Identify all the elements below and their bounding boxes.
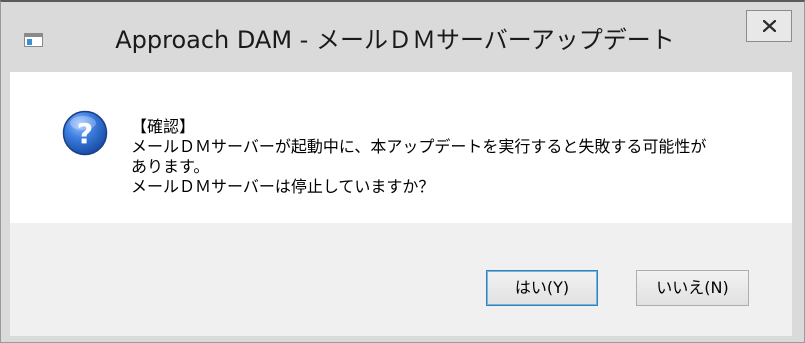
question-icon: ? <box>62 110 108 156</box>
message-area: ? 【確認】 メールＤＭサーバーが起動中に、本アップデートを実行すると失敗する可… <box>10 72 792 223</box>
message-line: あります。 <box>131 157 210 176</box>
message-line: メールＤＭサーバーは停止していますか？ <box>131 177 435 196</box>
confirmation-dialog: Approach DAM - メールＤＭサーバーアップデート ? 【確認】 メー… <box>0 0 805 343</box>
window-icon <box>24 33 43 47</box>
close-icon <box>763 20 776 32</box>
window-title: Approach DAM - メールＤＭサーバーアップデート <box>115 26 675 54</box>
message-text: 【確認】 メールＤＭサーバーが起動中に、本アップデートを実行すると失敗する可能性… <box>131 117 781 197</box>
no-button[interactable]: いいえ(N) <box>636 270 749 306</box>
svg-text:?: ? <box>77 117 93 150</box>
message-line: メールＤＭサーバーが起動中に、本アップデートを実行すると失敗する可能性が <box>131 137 707 156</box>
title-bar[interactable]: Approach DAM - メールＤＭサーバーアップデート <box>1 2 804 72</box>
message-line: 【確認】 <box>131 117 196 136</box>
button-bar: はい(Y) いいえ(N) <box>10 223 792 336</box>
yes-button[interactable]: はい(Y) <box>486 270 598 306</box>
close-button[interactable] <box>746 10 792 42</box>
